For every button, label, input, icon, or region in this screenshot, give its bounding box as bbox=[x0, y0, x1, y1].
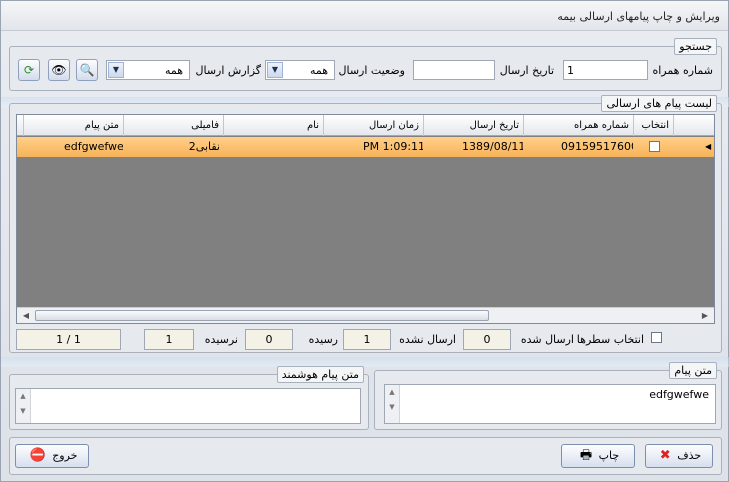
main-window: ویرایش و چاپ پیامهای ارسالی بیمه جستجو ش… bbox=[0, 0, 729, 482]
message-legend: متن پیام bbox=[669, 362, 717, 379]
smart-message-scrollbar[interactable]: ▲ ▼ bbox=[16, 389, 31, 423]
window-title: ویرایش و چاپ پیامهای ارسالی بیمه bbox=[557, 10, 720, 23]
header-corner[interactable] bbox=[673, 115, 714, 136]
cell-message: edfgwefwe bbox=[64, 140, 123, 153]
row-indicator-icon: ◀ bbox=[705, 142, 712, 151]
send-report-value: همه bbox=[164, 64, 183, 77]
cell-name bbox=[223, 137, 323, 157]
received-count: 0 bbox=[245, 329, 293, 350]
separator-band bbox=[1, 357, 729, 367]
not-sent-count: 1 bbox=[343, 329, 391, 350]
title-bar: ویرایش و چاپ پیامهای ارسالی بیمه bbox=[1, 1, 728, 31]
scroll-down-icon[interactable]: ▼ bbox=[385, 400, 399, 415]
cell-send-time: PM 1:09:11 bbox=[363, 140, 423, 153]
grid-header: انتخاب شماره همراه تاریخ ارسال زمان ارسا… bbox=[17, 115, 714, 136]
view-button[interactable]: 👁 bbox=[48, 59, 70, 81]
mobile-input[interactable] bbox=[563, 60, 648, 80]
sent-label: ارسال شده bbox=[520, 333, 574, 346]
search-legend: جستجو bbox=[674, 38, 717, 55]
scroll-left-icon[interactable]: ◀ bbox=[19, 309, 33, 322]
not-received-label: نرسیده bbox=[204, 333, 238, 346]
message-text: edfgwefwe bbox=[649, 388, 709, 401]
messages-grid[interactable]: انتخاب شماره همراه تاریخ ارسال زمان ارسا… bbox=[16, 114, 715, 324]
cell-mobile: 09159517600 bbox=[561, 140, 633, 153]
search-button[interactable]: 🔍 bbox=[76, 59, 98, 81]
send-status-label: وضعیت ارسال bbox=[338, 64, 405, 77]
row-select-checkbox[interactable] bbox=[649, 141, 660, 152]
header-mobile[interactable]: شماره همراه bbox=[523, 115, 633, 136]
cell-send-date: 1389/08/11 bbox=[462, 140, 523, 153]
send-date-input[interactable] bbox=[413, 60, 495, 80]
chevron-down-icon[interactable]: ▼ bbox=[108, 62, 124, 78]
not-sent-label: ارسال نشده bbox=[399, 333, 456, 346]
select-rows-label: انتخاب سطرها bbox=[576, 333, 644, 346]
print-button[interactable]: چاپ 🖶 bbox=[561, 444, 635, 468]
scroll-up-icon[interactable]: ▲ bbox=[385, 385, 399, 400]
search-group: جستجو شماره همراه تاریخ ارسال وضعیت ارسا… bbox=[9, 38, 722, 91]
table-row[interactable]: ◀ 09159517600 1389/08/11 PM 1:09:11 نقاب… bbox=[17, 137, 714, 157]
no-entry-icon: ⛔ bbox=[29, 448, 46, 463]
message-scrollbar[interactable]: ▲ ▼ bbox=[385, 385, 400, 423]
horizontal-scrollbar[interactable]: ◀ ▶ bbox=[17, 307, 714, 323]
send-date-label: تاریخ ارسال bbox=[499, 64, 554, 77]
cell-family: نقابی2 bbox=[188, 140, 220, 153]
exit-label: خروج bbox=[52, 449, 78, 462]
printer-icon: 🖶 bbox=[579, 448, 593, 463]
list-legend: لیست پیام های ارسالی bbox=[601, 95, 717, 112]
refresh-icon: ⟳ bbox=[23, 63, 35, 77]
header-select[interactable]: انتخاب bbox=[633, 115, 673, 136]
print-label: چاپ bbox=[598, 449, 620, 462]
page-indicator: 1 / 1 bbox=[16, 329, 121, 350]
send-status-value: همه bbox=[309, 64, 328, 77]
red-x-icon: ✖ bbox=[659, 448, 671, 463]
mobile-label: شماره همراه bbox=[652, 64, 713, 77]
header-message[interactable]: متن پیام bbox=[23, 115, 123, 136]
smart-message-textarea[interactable]: ▲ ▼ bbox=[15, 388, 361, 424]
select-rows-checkbox[interactable] bbox=[651, 332, 662, 343]
header-send-time[interactable]: زمان ارسال bbox=[323, 115, 423, 136]
refresh-button[interactable]: ⟳ bbox=[18, 59, 40, 81]
message-textarea[interactable]: ▲ ▼ edfgwefwe bbox=[384, 384, 716, 424]
send-report-label: گزارش ارسال bbox=[195, 64, 261, 77]
delete-label: حذف bbox=[677, 449, 702, 462]
header-send-date[interactable]: تاریخ ارسال bbox=[423, 115, 523, 136]
send-report-combo[interactable]: همه ▼ bbox=[106, 60, 190, 80]
send-status-combo[interactable]: همه ▼ bbox=[265, 60, 335, 80]
delete-button[interactable]: حذف ✖ bbox=[645, 444, 713, 468]
header-name[interactable]: نام bbox=[223, 115, 323, 136]
header-family[interactable]: فامیلی bbox=[123, 115, 223, 136]
sent-count: 0 bbox=[463, 329, 511, 350]
scroll-thumb[interactable] bbox=[35, 310, 489, 321]
scroll-down-icon[interactable]: ▼ bbox=[16, 404, 30, 419]
scroll-up-icon[interactable]: ▲ bbox=[16, 389, 30, 404]
smart-message-legend: متن پیام هوشمند bbox=[276, 366, 364, 383]
eye-icon: 👁 bbox=[51, 63, 67, 77]
exit-button[interactable]: خروج ⛔ bbox=[15, 444, 89, 468]
received-label: رسیده bbox=[308, 333, 338, 346]
scroll-right-icon[interactable]: ▶ bbox=[698, 309, 712, 322]
chevron-down-icon[interactable]: ▼ bbox=[267, 62, 283, 78]
magnifier-icon: 🔍 bbox=[79, 63, 95, 77]
not-received-count: 1 bbox=[144, 329, 194, 350]
